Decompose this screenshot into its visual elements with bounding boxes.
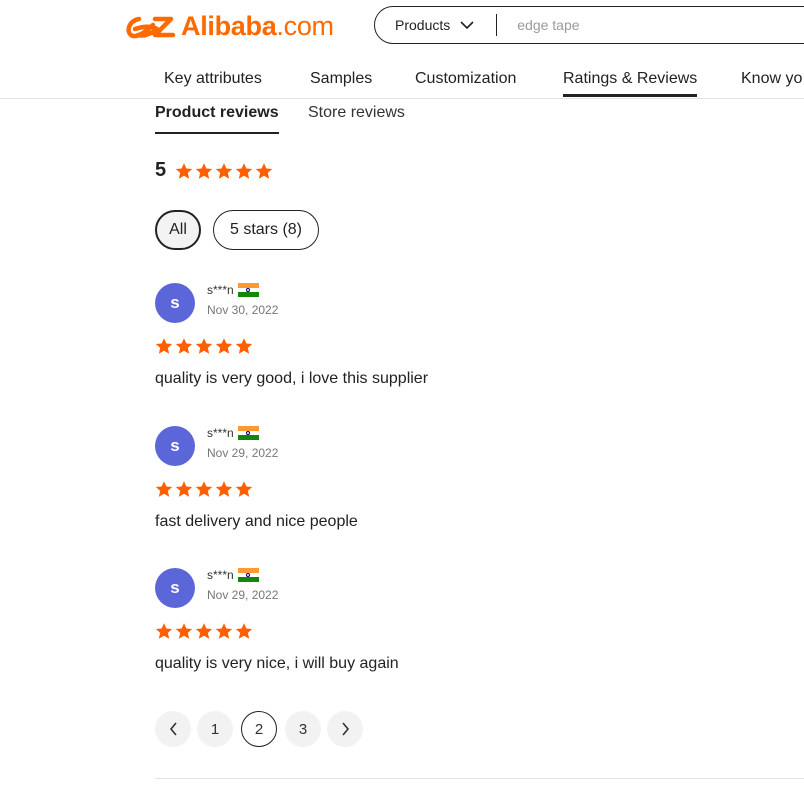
star-icon [155,338,173,354]
star-icon [175,163,193,179]
chevron-right-icon [341,722,349,736]
review-date: Nov 29, 2022 [207,446,279,460]
reviewer-username: s***n [207,426,234,440]
star-icon [235,481,253,497]
search-input[interactable]: edge tape [517,17,579,33]
star-icon [195,623,213,639]
filter-all-button[interactable]: All [155,210,201,250]
tab-product-reviews[interactable]: Product reviews [155,104,279,134]
nav-know-your-supplier[interactable]: Know yo [741,70,802,88]
pagination-prev-button[interactable] [155,711,191,747]
alibaba-logo[interactable]: Alibaba.com [125,10,334,42]
alibaba-logo-icon [126,16,176,39]
search-divider [496,14,498,36]
avatar: s [155,426,195,466]
overall-rating: 5 [155,159,167,181]
star-icon [175,338,193,354]
section-nav: Key attributes Samples Customization Rat… [0,70,804,99]
pagination-page-2[interactable]: 2 [241,711,277,747]
review-text: quality is very nice, i will buy again [155,655,399,672]
star-icon [195,338,213,354]
star-icon [195,163,213,179]
star-icon [155,623,173,639]
star-icon [195,481,213,497]
search-category-label: Products [395,17,451,33]
review-date: Nov 30, 2022 [207,303,279,317]
search-bar: Products edge tape [374,6,804,44]
chevron-down-icon [460,20,474,29]
pagination-page-3[interactable]: 3 [285,711,321,747]
pagination-page-1[interactable]: 1 [197,711,233,747]
review-text: fast delivery and nice people [155,513,358,530]
nav-key-attributes[interactable]: Key attributes [164,70,262,88]
india-flag-icon [237,568,259,582]
chevron-left-icon [169,722,177,736]
review-stars [155,337,253,355]
review-text: quality is very good, i love this suppli… [155,370,429,387]
star-icon [155,481,173,497]
star-icon [255,163,273,179]
star-icon [215,481,233,497]
star-icon [235,623,253,639]
star-icon [175,481,193,497]
reviewer-name: s***n [207,283,259,297]
star-icon [175,623,193,639]
review-stars [155,622,253,640]
section-divider [155,778,804,779]
overall-stars [175,162,273,180]
search-category-select[interactable]: Products [395,17,474,33]
nav-ratings-reviews[interactable]: Ratings & Reviews [563,70,698,97]
tab-store-reviews[interactable]: Store reviews [308,104,405,122]
pagination-next-button[interactable] [327,711,363,747]
star-icon [215,623,233,639]
avatar: s [155,568,195,608]
reviewer-name: s***n [207,426,259,440]
india-flag-icon [237,426,259,440]
star-icon [235,163,253,179]
star-icon [235,338,253,354]
reviewer-name: s***n [207,568,259,582]
nav-customization[interactable]: Customization [415,70,516,88]
review-date: Nov 29, 2022 [207,588,279,602]
star-icon [215,163,233,179]
avatar: s [155,283,195,323]
reviewer-username: s***n [207,568,234,582]
india-flag-icon [237,283,259,297]
reviewer-username: s***n [207,283,234,297]
filter-five-stars-button[interactable]: 5 stars (8) [213,210,319,250]
star-icon [215,338,233,354]
nav-samples[interactable]: Samples [310,70,372,88]
review-stars [155,480,253,498]
logo-text: Alibaba.com [181,10,334,41]
